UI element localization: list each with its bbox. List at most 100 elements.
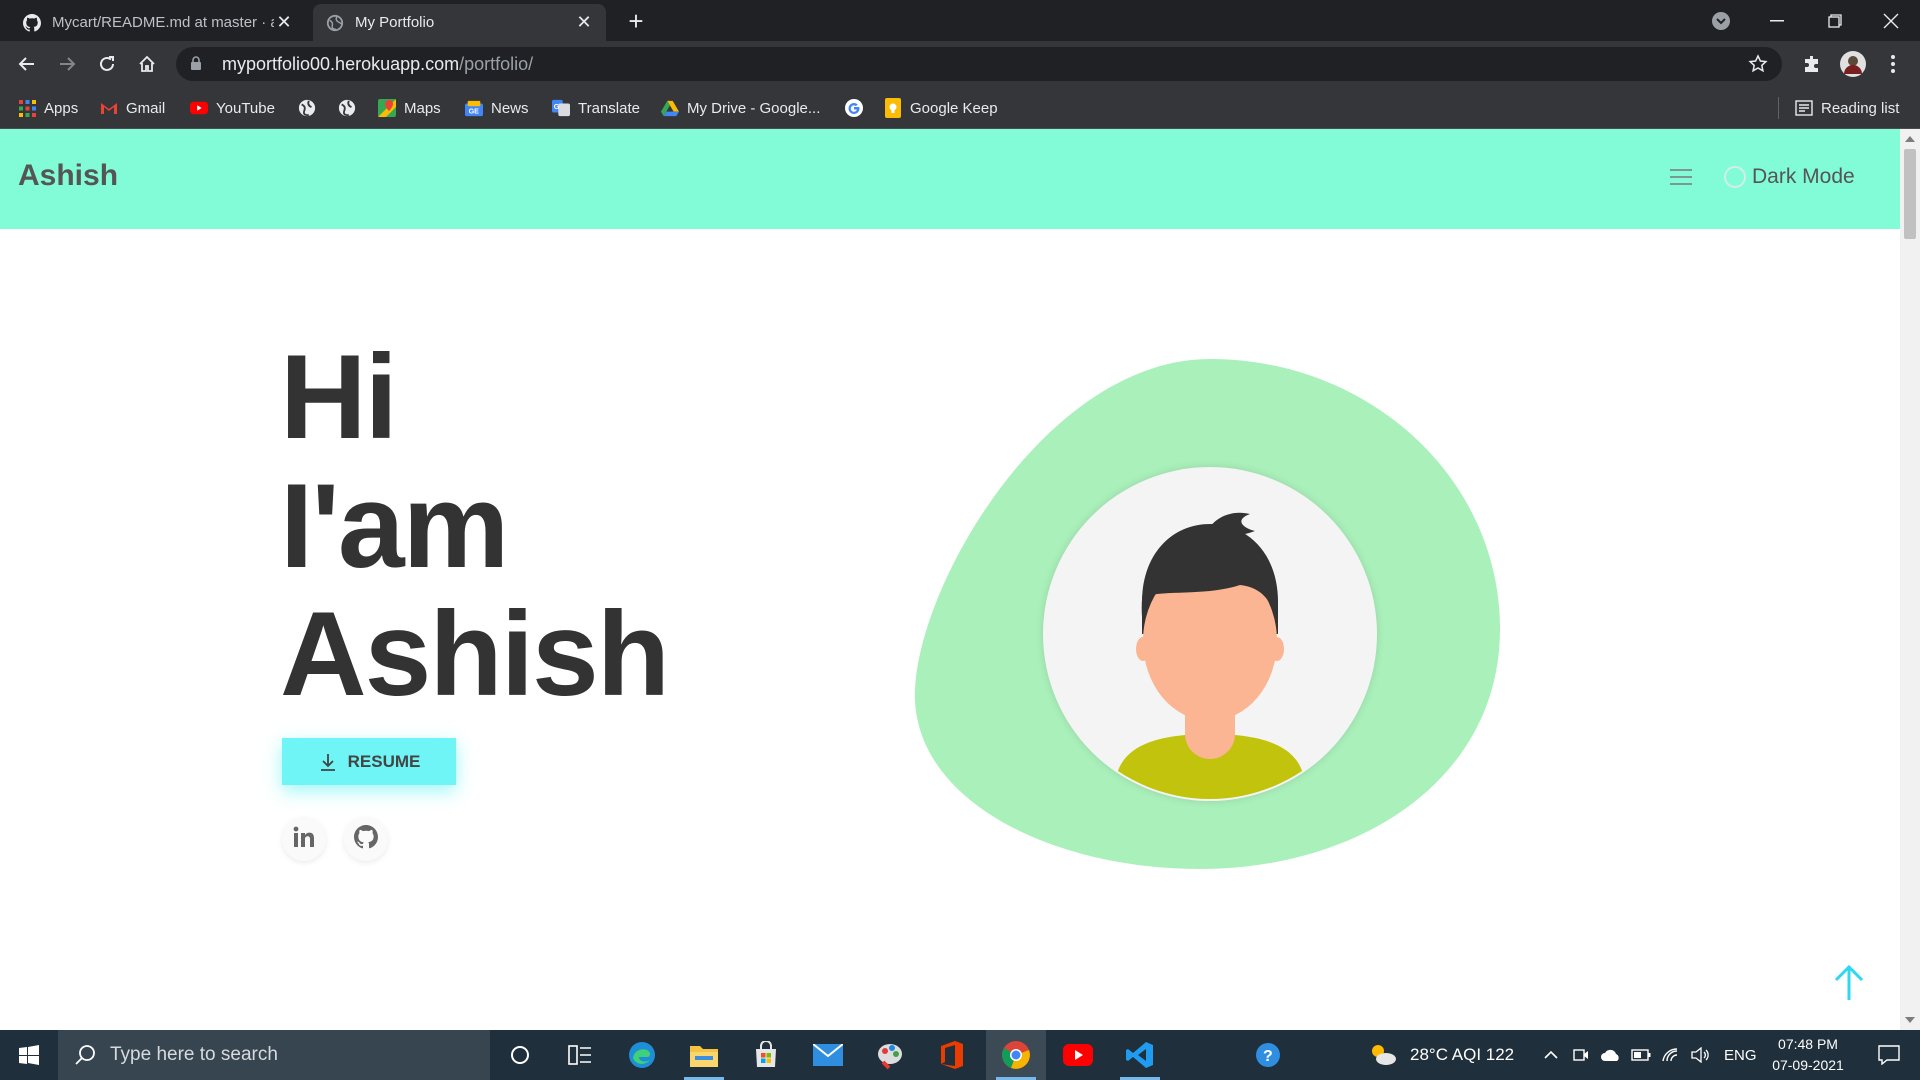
svg-text:?: ?	[1263, 1048, 1273, 1065]
clock-time: 07:48 PM	[1778, 1036, 1838, 1052]
tab-my-portfolio[interactable]: My Portfolio ✕	[313, 4, 606, 41]
cortana-icon[interactable]	[490, 1030, 550, 1080]
chrome-icon[interactable]	[986, 1030, 1046, 1080]
bookmark-globe-2[interactable]	[338, 96, 364, 120]
bookmark-label: Maps	[404, 99, 441, 117]
volume-icon[interactable]	[1686, 1030, 1716, 1080]
tab-strip: Mycart/README.md at master · a ✕ My Port…	[0, 0, 1920, 41]
bookmark-news[interactable]: GE News	[465, 96, 529, 120]
hero-line-hi: Hi	[280, 330, 398, 464]
globe-icon	[338, 99, 356, 117]
bookmark-my-drive[interactable]: My Drive - Google...	[661, 96, 820, 120]
search-icon	[74, 1044, 96, 1066]
weather-text[interactable]: 28°C AQI 122	[1410, 1030, 1514, 1080]
taskbar-search-box[interactable]: Type here to search	[58, 1030, 490, 1080]
scroll-down-arrow-icon[interactable]	[1905, 1017, 1915, 1023]
tab-title: Mycart/README.md at master · a	[52, 14, 274, 31]
linkedin-link[interactable]	[282, 817, 326, 861]
minimize-icon[interactable]	[1748, 0, 1806, 41]
bookmark-label: Translate	[578, 99, 640, 117]
windows-taskbar: Type here to search ? 28°C AQI 122 ENG 0…	[0, 1030, 1920, 1080]
forward-icon[interactable]	[52, 49, 82, 79]
onedrive-icon[interactable]	[1596, 1030, 1626, 1080]
lock-icon[interactable]	[190, 56, 206, 72]
google-icon	[845, 99, 863, 117]
taskbar-clock[interactable]: 07:48 PM 07-09-2021	[1756, 1034, 1860, 1076]
close-icon[interactable]: ✕	[274, 12, 294, 33]
battery-icon[interactable]	[1626, 1030, 1656, 1080]
page-scrollbar[interactable]	[1900, 129, 1920, 1030]
globe-icon	[298, 99, 316, 117]
restore-icon[interactable]	[1806, 0, 1864, 41]
back-icon[interactable]	[12, 49, 42, 79]
youtube-app-icon[interactable]	[1048, 1030, 1108, 1080]
globe-icon	[325, 13, 345, 33]
github-link[interactable]	[344, 817, 388, 861]
weather-icon[interactable]	[1358, 1030, 1408, 1080]
browser-toolbar: myportfolio00.herokuapp.com/portfolio/	[0, 41, 1920, 87]
bookmarks-bar: Apps Gmail YouTube Maps GE News G Transl…	[0, 87, 1920, 129]
vscode-icon[interactable]	[1110, 1030, 1170, 1080]
bookmark-apps[interactable]: Apps	[18, 96, 78, 120]
wifi-icon[interactable]	[1656, 1030, 1686, 1080]
extensions-icon[interactable]	[1797, 49, 1827, 79]
language-indicator[interactable]: ENG	[1724, 1030, 1757, 1080]
microsoft-store-icon[interactable]	[736, 1030, 796, 1080]
chrome-menu-icon[interactable]	[1878, 49, 1908, 79]
reading-list-button[interactable]: Reading list	[1795, 96, 1899, 120]
new-tab-button[interactable]: +	[622, 8, 650, 36]
dark-mode-label: Dark Mode	[1752, 165, 1855, 188]
site-brand[interactable]: Ashish	[18, 159, 118, 193]
gmail-icon	[100, 99, 118, 117]
bookmark-globe-1[interactable]	[298, 96, 324, 120]
office-icon[interactable]	[922, 1030, 982, 1080]
tab-search-icon[interactable]	[1710, 10, 1732, 32]
github-icon	[22, 13, 42, 33]
tab-github[interactable]: Mycart/README.md at master · a ✕	[10, 4, 306, 41]
paint-icon[interactable]	[860, 1030, 920, 1080]
apps-grid-icon	[18, 99, 36, 117]
clock-date: 07-09-2021	[1772, 1057, 1844, 1073]
bookmark-translate[interactable]: G Translate	[552, 96, 640, 120]
file-explorer-icon[interactable]	[674, 1030, 734, 1080]
task-view-icon[interactable]	[550, 1030, 610, 1080]
linkedin-icon	[293, 826, 315, 853]
show-hidden-icons-icon[interactable]	[1536, 1030, 1566, 1080]
maps-icon	[378, 99, 396, 117]
reading-list-icon	[1795, 99, 1813, 117]
github-icon	[354, 824, 378, 854]
bookmark-youtube[interactable]: YouTube	[190, 96, 275, 120]
home-icon[interactable]	[132, 49, 162, 79]
bookmark-divider	[1778, 97, 1779, 119]
reading-list-label: Reading list	[1821, 99, 1900, 117]
avatar-illustration	[914, 359, 1500, 869]
bookmark-label: Apps	[44, 99, 79, 117]
hamburger-menu-icon[interactable]	[1670, 169, 1692, 187]
bookmark-google[interactable]	[845, 96, 871, 120]
page-viewport: Ashish Dark Mode Hi I'am Ashish RESUME	[0, 129, 1900, 1030]
help-icon[interactable]: ?	[1238, 1030, 1298, 1080]
bookmark-label: News	[491, 99, 529, 117]
svg-text:G: G	[554, 102, 560, 111]
bookmark-star-icon[interactable]	[1748, 54, 1768, 74]
scroll-up-arrow-icon[interactable]	[1905, 136, 1915, 142]
address-bar[interactable]: myportfolio00.herokuapp.com/portfolio/	[176, 47, 1782, 81]
bookmark-maps[interactable]: Maps	[378, 96, 441, 120]
notification-icon[interactable]	[1864, 1030, 1914, 1080]
bookmark-google-keep[interactable]: Google Keep	[884, 96, 998, 120]
avatar[interactable]	[1838, 49, 1868, 79]
dark-mode-toggle[interactable]: Dark Mode	[1724, 165, 1855, 189]
meet-icon[interactable]	[1566, 1030, 1596, 1080]
windows-start-icon[interactable]	[0, 1030, 58, 1080]
scroll-to-top-icon[interactable]	[1832, 964, 1866, 1002]
mail-icon[interactable]	[798, 1030, 858, 1080]
scrollbar-thumb[interactable]	[1904, 149, 1916, 239]
keep-icon	[884, 98, 902, 118]
reload-icon[interactable]	[92, 49, 122, 79]
close-icon[interactable]: ✕	[574, 12, 594, 33]
bookmark-label: My Drive - Google...	[687, 99, 821, 117]
resume-button[interactable]: RESUME	[282, 738, 456, 785]
bookmark-gmail[interactable]: Gmail	[100, 96, 165, 120]
close-window-icon[interactable]	[1862, 0, 1920, 41]
edge-icon[interactable]	[612, 1030, 672, 1080]
